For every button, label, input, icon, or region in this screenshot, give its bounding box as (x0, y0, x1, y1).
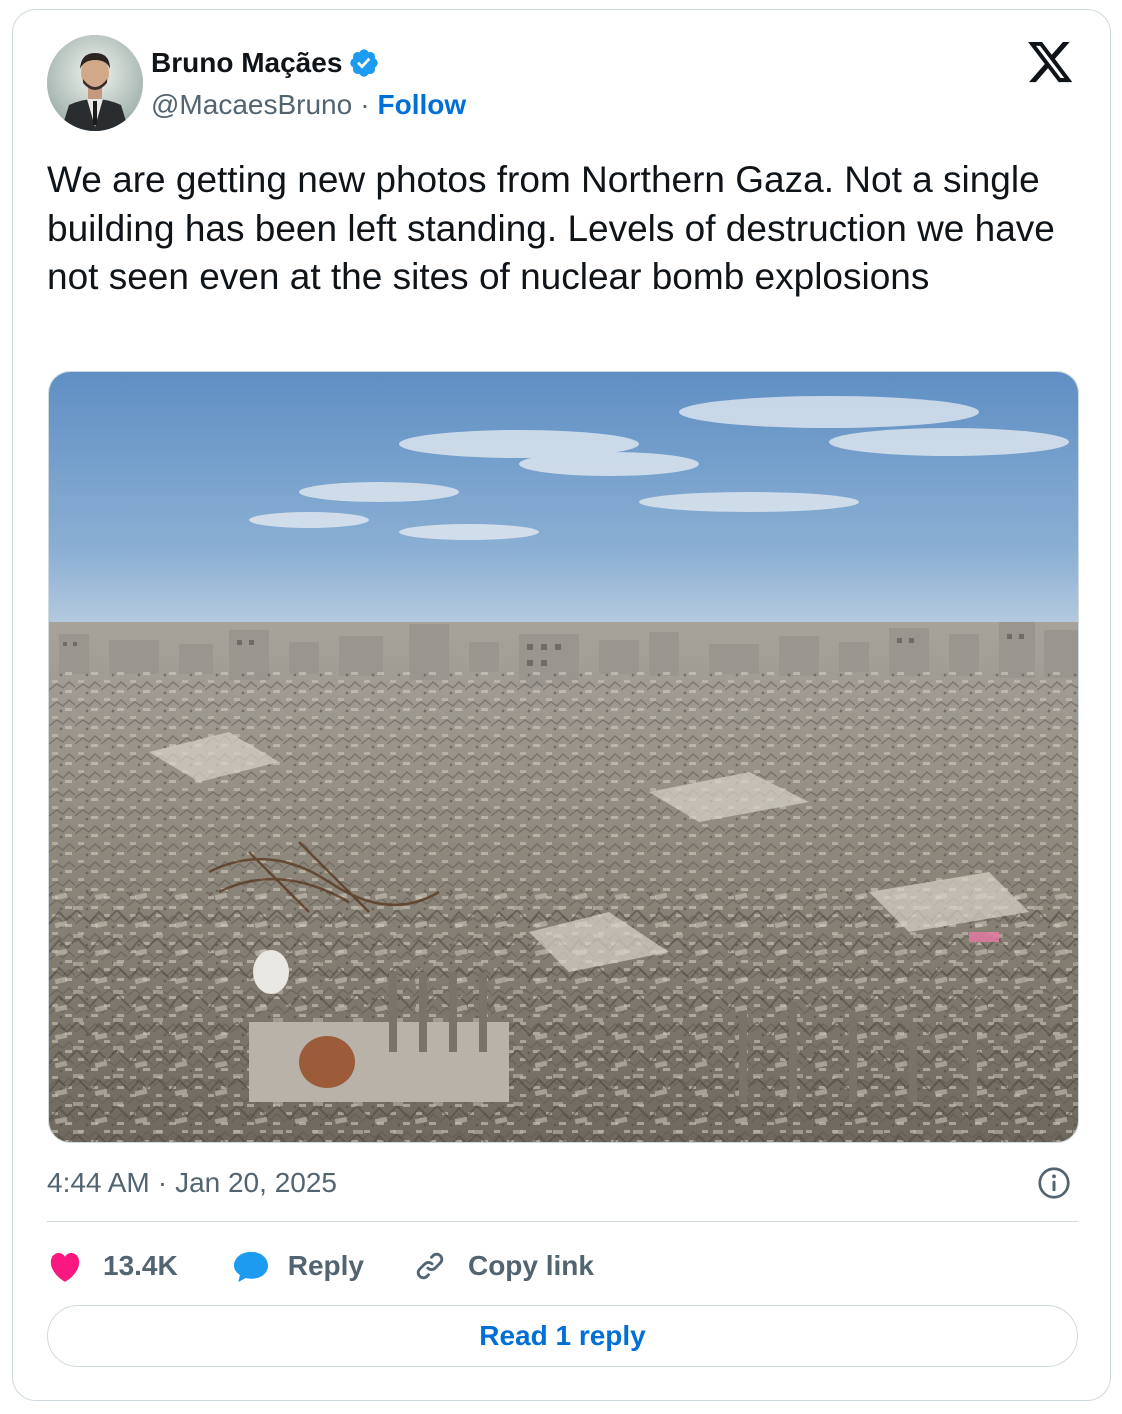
destroyed-city-photo (49, 372, 1078, 1142)
copy-link-label: Copy link (467, 1250, 594, 1281)
tweet-embed-card: Bruno Maçães @MacaesBruno · Follow We ar… (12, 9, 1111, 1401)
speech-bubble-icon (232, 1249, 270, 1283)
separator-dot: · (157, 1167, 168, 1198)
author-handle[interactable]: @MacaesBruno (151, 89, 352, 121)
tweet-date: Jan 20, 2025 (175, 1167, 337, 1198)
read-replies-button[interactable]: Read 1 reply (47, 1305, 1078, 1367)
divider (47, 1221, 1078, 1222)
like-count: 13.4K (103, 1250, 178, 1281)
link-icon (412, 1248, 448, 1284)
tweet-timestamp[interactable]: 4:44 AM · Jan 20, 2025 (47, 1165, 337, 1201)
like-button[interactable]: 13.4K (47, 1249, 178, 1283)
heart-icon (47, 1249, 83, 1283)
tweet-time: 4:44 AM (47, 1167, 150, 1198)
avatar-image (47, 35, 143, 131)
follow-button[interactable]: Follow (378, 89, 467, 121)
author-handle-row: @MacaesBruno · Follow (151, 88, 466, 122)
author-display-name[interactable]: Bruno Maçães (151, 47, 342, 79)
avatar[interactable] (47, 35, 143, 131)
read-replies-label: Read 1 reply (479, 1320, 646, 1351)
reply-button[interactable]: Reply (232, 1249, 364, 1283)
tweet-actions: 13.4K Reply Copy link (47, 1242, 594, 1290)
info-icon[interactable] (1036, 1165, 1072, 1201)
x-logo-icon[interactable] (1028, 42, 1074, 84)
reply-label: Reply (287, 1250, 364, 1281)
verified-badge-icon (348, 47, 380, 79)
separator-dot: · (360, 89, 370, 120)
copy-link-button[interactable]: Copy link (412, 1248, 594, 1284)
tweet-text: We are getting new photos from Northern … (47, 159, 1055, 297)
tweet-photo[interactable] (48, 371, 1079, 1143)
author-name-row: Bruno Maçães (151, 46, 380, 80)
